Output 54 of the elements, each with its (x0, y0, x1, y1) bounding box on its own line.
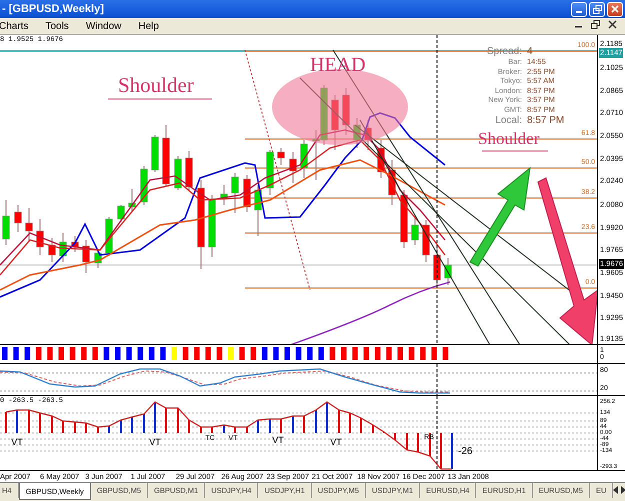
candlestick (185, 150, 193, 190)
window-title: - [GBPUSD,Weekly] (2, 3, 105, 15)
marker-label: VT (272, 435, 284, 445)
candlestick (48, 238, 56, 262)
candlestick (117, 204, 125, 222)
candlestick (128, 188, 136, 212)
info-label: Local: (494, 114, 522, 126)
minimize-button[interactable] (571, 2, 587, 16)
menu-item[interactable]: Help (138, 20, 168, 32)
candlestick (289, 152, 297, 184)
candlestick (231, 172, 239, 214)
marker-label: VT (149, 437, 161, 447)
candlestick (14, 204, 22, 232)
menu-item[interactable]: Tools (45, 20, 78, 32)
candlestick (422, 220, 430, 262)
restore-icon (592, 4, 602, 14)
scroll-left-icon[interactable] (613, 486, 620, 494)
candlestick (162, 124, 170, 186)
candlestick (174, 156, 182, 190)
candlestick (94, 250, 102, 268)
marker-label: VT (330, 437, 342, 447)
maximize-button[interactable] (589, 2, 605, 16)
close-button[interactable] (607, 2, 623, 16)
candlestick (71, 236, 79, 252)
underline (482, 150, 548, 152)
candlestick (243, 174, 251, 212)
candlestick (59, 232, 67, 262)
candlestick (151, 134, 159, 172)
candlestick (444, 258, 452, 286)
candlestick (25, 208, 33, 242)
candlestick (208, 194, 216, 258)
candlestick (400, 190, 408, 248)
candlestick (36, 218, 44, 256)
candlestick (388, 160, 396, 206)
candlestick (266, 150, 274, 196)
candlestick (342, 88, 350, 136)
menu-item[interactable]: Window (86, 20, 130, 32)
candlestick (300, 140, 308, 178)
candlestick (2, 200, 10, 246)
candlestick (377, 140, 385, 178)
candlestick (411, 214, 419, 246)
info-value: 8:57 PM (527, 114, 564, 126)
close-icon (611, 5, 619, 13)
candlestick (277, 148, 285, 166)
candlestick (331, 94, 339, 150)
candlestick (82, 240, 90, 274)
candlestick (220, 184, 228, 206)
annotation-text: Shoulder (118, 75, 194, 96)
candlestick (433, 248, 441, 286)
marker-label: VT (11, 437, 23, 447)
value-reading: -26 (458, 446, 472, 457)
candlestick (353, 118, 361, 148)
candlestick (364, 120, 372, 150)
candlestick (254, 184, 262, 236)
